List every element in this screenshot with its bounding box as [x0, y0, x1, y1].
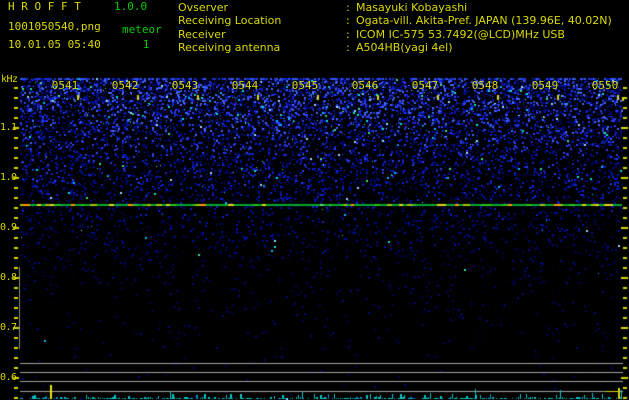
freq-tick-label: 0.7 [0, 322, 17, 333]
observer-info-block: Ovserver: Masayuki Kobayashi Receiving Lo… [178, 1, 612, 54]
info-value: A504HB(yagi 4el) [356, 40, 453, 54]
freq-tick-label: 0.9 [0, 222, 17, 233]
freq-tick-label: 1.0 [0, 172, 17, 183]
time-tick-label: 0546 [351, 79, 379, 92]
info-label: Receiving Location [178, 14, 282, 28]
spectrogram-canvas [0, 0, 629, 400]
info-colon: : [346, 14, 350, 28]
freq-tick-label: 0.6 [0, 372, 17, 383]
info-line-receiver: Receiver: ICOM IC-575 53.7492(@LCD)MHz US… [178, 28, 612, 41]
app-version: 1.0.0 [114, 0, 148, 13]
app-title: H R O F F T [8, 0, 81, 13]
meteor-counter-label: meteor [122, 23, 162, 36]
hrofft-screen: H R O F F T 1.0.0 1001050540.png meteor … [0, 0, 629, 400]
time-tick-label: 0543 [171, 79, 199, 92]
output-filename: 1001050540.png [8, 20, 101, 33]
observation-datetime: 10.01.05 05:40 [8, 38, 101, 51]
freq-tick-label: 1.1 [0, 122, 17, 133]
time-tick-label: 0547 [411, 79, 439, 92]
freq-tick-label: 0.8 [0, 272, 17, 283]
info-label: Receiver [178, 27, 226, 41]
info-line-observer: Ovserver: Masayuki Kobayashi [178, 1, 612, 14]
time-tick-label: 0545 [291, 79, 319, 92]
time-tick-label: 0548 [471, 79, 499, 92]
info-colon: : [346, 27, 350, 41]
info-line-location: Receiving Location: Ogata-vill. Akita-Pre… [178, 14, 612, 27]
info-colon: : [346, 40, 350, 54]
y-axis-unit-label: kHz [1, 74, 18, 85]
info-line-antenna: Receiving antenna: A504HB(yagi 4el) [178, 41, 612, 54]
info-label: Receiving antenna [178, 40, 281, 54]
time-tick-label: 0542 [111, 79, 139, 92]
info-label: Ovserver [178, 1, 228, 14]
info-value: Ogata-vill. Akita-Pref. JAPAN (139.96E, … [356, 14, 612, 28]
info-value: ICOM IC-575 53.7492(@LCD)MHz USB [356, 27, 565, 41]
time-tick-label: 0550 [591, 79, 619, 92]
time-tick-label: 0544 [231, 79, 259, 92]
info-value: Masayuki Kobayashi [356, 1, 468, 14]
time-tick-label: 0541 [51, 79, 79, 92]
meteor-counter-value: 1 [142, 38, 150, 51]
info-colon: : [346, 1, 350, 14]
time-tick-label: 0549 [531, 79, 559, 92]
